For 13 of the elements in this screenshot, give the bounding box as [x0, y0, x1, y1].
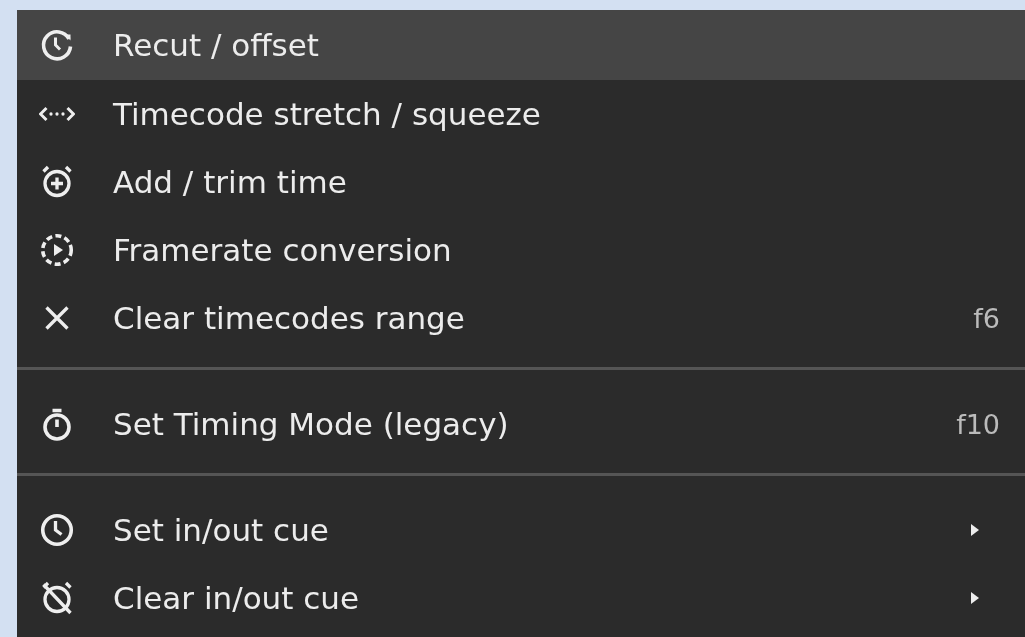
- menu-item[interactable]: Clear timecodes range f6: [17, 284, 1025, 352]
- menu-item[interactable]: Add / trim time: [17, 148, 1025, 216]
- menu-item[interactable]: Recut / offset: [17, 10, 1025, 80]
- menu-item[interactable]: Framerate conversion: [17, 216, 1025, 284]
- clock-icon: [39, 512, 75, 548]
- menu-item[interactable]: Set in/out cue: [17, 496, 1025, 564]
- menu-item[interactable]: Timecode stretch / squeeze: [17, 80, 1025, 148]
- menu-item[interactable]: Clear in/out cue: [17, 564, 1025, 632]
- shortcut-label: f10: [956, 408, 1000, 440]
- clock-arrow-icon: [39, 27, 75, 63]
- dashed-play-circle-icon: [39, 232, 75, 268]
- menu-item[interactable]: Set Timing Mode (legacy) f10: [17, 390, 1025, 458]
- shortcut-label: f6: [973, 302, 1000, 334]
